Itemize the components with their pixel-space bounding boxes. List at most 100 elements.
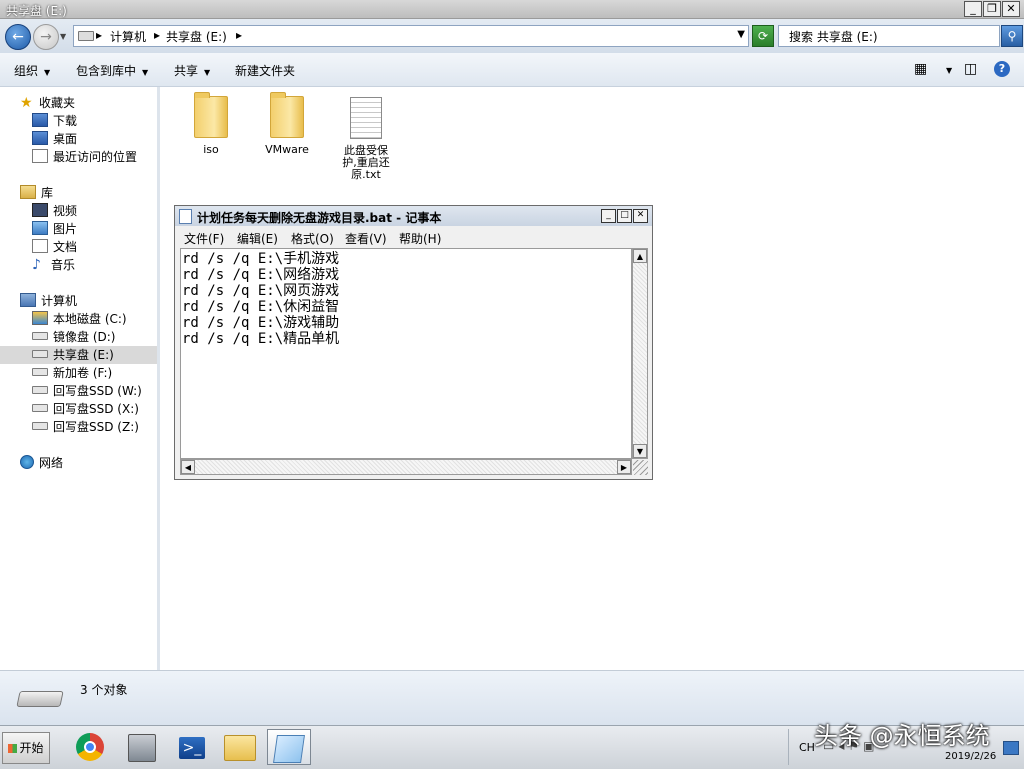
nav-pictures[interactable]: 图片 — [32, 220, 77, 238]
notepad-window-controls: _ □ ✕ — [601, 209, 648, 223]
menu-help[interactable]: 帮助(H) — [399, 230, 441, 247]
text-file-icon — [350, 97, 382, 139]
drive-icon — [32, 386, 48, 394]
windows-logo-icon — [8, 744, 18, 753]
search-input[interactable]: 搜索 共享盘 (E:) — [778, 25, 1000, 47]
file-name: VMware — [265, 143, 309, 156]
show-desktop-icon[interactable] — [1003, 741, 1019, 755]
nav-network[interactable]: 网络 — [20, 454, 63, 472]
nav-drive-d[interactable]: 镜像盘 (D:) — [32, 328, 115, 346]
scroll-down-arrow-icon[interactable]: ▼ — [633, 444, 647, 458]
view-options-icon[interactable]: ▦ — [914, 61, 927, 77]
view-dropdown[interactable]: ▼ — [940, 62, 952, 76]
address-history-dropdown[interactable]: ▼ — [737, 29, 745, 40]
resize-grip-icon[interactable] — [633, 460, 648, 475]
notepad-maximize-button[interactable]: □ — [617, 209, 632, 223]
menu-edit[interactable]: 编辑(E) — [237, 230, 278, 247]
breadcrumb-shared-drive[interactable]: 共享盘 (E:) — [166, 28, 227, 45]
nav-drive-z[interactable]: 回写盘SSD (Z:) — [32, 418, 139, 436]
drive-icon — [32, 332, 48, 340]
nav-music[interactable]: ♪ 音乐 — [32, 256, 75, 274]
minimize-button[interactable]: _ — [964, 1, 982, 17]
file-name: iso — [203, 143, 219, 156]
taskbar-server-manager[interactable] — [120, 729, 164, 765]
taskbar-chrome[interactable] — [68, 729, 112, 765]
nav-drive-f[interactable]: 新加卷 (F:) — [32, 364, 112, 382]
forward-button[interactable]: → — [33, 24, 59, 50]
nav-libraries[interactable]: 库 — [20, 184, 53, 202]
navigation-pane: ★ 收藏夹 下载 桌面 最近访问的位置 库 视频 图片 文档 ♪ 音乐 计算机 本地… — [0, 87, 158, 670]
powershell-icon: >_ — [179, 737, 205, 759]
network-globe-icon — [20, 455, 34, 469]
taskbar-notepad[interactable] — [267, 729, 311, 765]
search-button[interactable]: ⚲ — [1001, 25, 1023, 47]
input-language[interactable]: CH — [799, 741, 815, 754]
address-field[interactable]: ▸ 计算机 ▸ 共享盘 (E:) ▸ ▼ — [73, 25, 749, 47]
drive-icon — [32, 422, 48, 430]
folder-icon — [270, 92, 304, 138]
nav-drive-c[interactable]: 本地磁盘 (C:) — [32, 310, 127, 328]
organize-menu[interactable]: 组织 ▼ — [14, 62, 50, 79]
system-drive-icon — [32, 311, 48, 325]
forward-arrow-icon: → — [40, 29, 52, 45]
scroll-left-arrow-icon[interactable]: ◀ — [181, 460, 195, 474]
notepad-title-bar[interactable]: 计划任务每天删除无盘游戏目录.bat - 记事本 _ □ ✕ — [175, 206, 652, 226]
nav-drive-x[interactable]: 回写盘SSD (X:) — [32, 400, 139, 418]
help-icon[interactable]: ? — [994, 61, 1010, 77]
refresh-button[interactable]: ⟳ — [752, 25, 774, 47]
notepad-window: 计划任务每天删除无盘游戏目录.bat - 记事本 _ □ ✕ 文件(F) 编辑(… — [174, 205, 653, 480]
refresh-icon: ⟳ — [757, 29, 769, 43]
menu-format[interactable]: 格式(O) — [291, 230, 334, 247]
explorer-title-bar: 共享盘 (E:) _ ❐ ✕ — [0, 0, 1024, 19]
drive-icon — [16, 691, 64, 707]
nav-recent-places[interactable]: 最近访问的位置 — [32, 148, 137, 166]
file-item-vmware[interactable]: VMware — [259, 92, 315, 156]
text-line: rd /s /q E:\手机游戏 — [182, 251, 340, 267]
menu-file[interactable]: 文件(F) — [184, 230, 224, 247]
crumb-separator-icon: ▸ — [96, 28, 103, 42]
breadcrumb-computer[interactable]: 计算机 — [110, 28, 146, 45]
include-in-library-menu[interactable]: 包含到库中 ▼ — [76, 62, 148, 79]
nav-downloads[interactable]: 下载 — [32, 112, 77, 130]
menu-view[interactable]: 查看(V) — [345, 230, 387, 247]
notepad-minimize-button[interactable]: _ — [601, 209, 616, 223]
nav-computer[interactable]: 计算机 — [20, 292, 77, 310]
notepad-close-button[interactable]: ✕ — [633, 209, 648, 223]
pictures-library-icon — [32, 221, 48, 235]
chevron-down-icon: ▼ — [204, 68, 211, 77]
pane-splitter[interactable] — [157, 87, 160, 670]
address-bar: ← → ▼ ▸ 计算机 ▸ 共享盘 (E:) ▸ ▼ ⟳ 搜索 共享盘 (E:)… — [0, 19, 1024, 53]
maximize-button[interactable]: ❐ — [983, 1, 1001, 17]
file-item-iso[interactable]: iso — [183, 92, 239, 156]
crumb-separator-icon: ▸ — [154, 28, 161, 42]
taskbar-powershell[interactable]: >_ — [170, 729, 214, 765]
nav-drive-w[interactable]: 回写盘SSD (W:) — [32, 382, 142, 400]
nav-videos[interactable]: 视频 — [32, 202, 77, 220]
recent-pages-dropdown[interactable]: ▼ — [60, 32, 66, 41]
close-button[interactable]: ✕ — [1002, 1, 1020, 17]
preview-pane-icon[interactable]: ◫ — [964, 61, 977, 77]
notepad-menu-bar: 文件(F) 编辑(E) 格式(O) 查看(V) 帮助(H) — [175, 227, 652, 247]
command-toolbar: 组织 ▼ 包含到库中 ▼ 共享 ▼ 新建文件夹 ▦ ▼ ◫ ? — [0, 53, 1024, 87]
vertical-scrollbar[interactable]: ▲ ▼ — [632, 248, 648, 459]
notepad-text-area[interactable]: rd /s /q E:\手机游戏 rd /s /q E:\网络游戏 rd /s … — [180, 248, 632, 459]
scroll-right-arrow-icon[interactable]: ▶ — [617, 460, 631, 474]
recent-places-icon — [32, 149, 48, 163]
taskbar-explorer[interactable] — [218, 729, 262, 765]
new-folder-button[interactable]: 新建文件夹 — [235, 62, 295, 79]
file-item-readme-txt[interactable]: 此盘受保 护,重启还 原.txt — [334, 97, 398, 181]
back-button[interactable]: ← — [5, 24, 31, 50]
scroll-up-arrow-icon[interactable]: ▲ — [633, 249, 647, 263]
drive-icon — [32, 368, 48, 376]
nav-desktop[interactable]: 桌面 — [32, 130, 77, 148]
nav-drive-e[interactable]: 共享盘 (E:) — [0, 346, 157, 364]
notepad-title: 计划任务每天删除无盘游戏目录.bat - 记事本 — [197, 211, 442, 225]
horizontal-scrollbar[interactable]: ◀ ▶ — [180, 459, 632, 475]
start-button[interactable]: 开始 — [2, 732, 50, 764]
back-arrow-icon: ← — [12, 29, 24, 45]
notepad-icon — [273, 735, 305, 763]
clock-date[interactable]: 2019/2/26 — [945, 751, 996, 762]
nav-favorites[interactable]: ★ 收藏夹 — [20, 94, 75, 112]
share-menu[interactable]: 共享 ▼ — [174, 62, 210, 79]
nav-documents[interactable]: 文档 — [32, 238, 77, 256]
